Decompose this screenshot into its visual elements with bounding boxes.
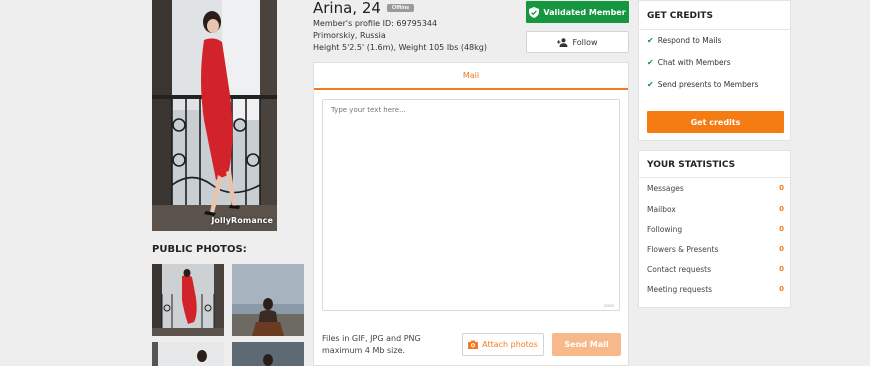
credits-benefit-item: ✔ Send presents to Members (647, 80, 758, 89)
stat-label: Messages (647, 184, 684, 193)
stat-row-following[interactable]: Following 0 (647, 225, 784, 234)
tab-mail[interactable]: Mail (314, 63, 628, 90)
follow-label: Follow (572, 37, 598, 47)
public-photo-thumb[interactable] (152, 264, 224, 336)
profile-name: Arina, 24 (313, 0, 381, 17)
status-badge: Offline (386, 4, 415, 12)
profile-header: Arina, 24 Offline (313, 0, 415, 17)
statistics-title: YOUR STATISTICS (647, 160, 736, 170)
public-photos-title: PUBLIC PHOTOS: (152, 244, 247, 255)
stat-label: Contact requests (647, 265, 711, 274)
credits-benefit-label: Chat with Members (657, 58, 731, 67)
stat-row-meeting-requests[interactable]: Meeting requests 0 (647, 285, 784, 294)
profile-measurements: Height 5'2.5' (1.6m), Weight 105 lbs (48… (313, 43, 487, 52)
stat-value: 0 (779, 184, 784, 192)
stat-row-mailbox[interactable]: Mailbox 0 (647, 205, 784, 214)
credits-benefit-label: Send presents to Members (657, 80, 759, 89)
credits-benefit-item: ✔ Chat with Members (647, 58, 731, 67)
public-photo-thumb[interactable] (152, 342, 224, 366)
credits-benefit-item: ✔ Respond to Mails (647, 36, 721, 45)
checkmark-icon: ✔ (647, 36, 654, 45)
get-credits-card: GET CREDITS ✔ Respond to Mails ✔ Chat wi… (638, 0, 791, 141)
statistics-card: YOUR STATISTICS Messages 0 Mailbox 0 Fol… (638, 150, 791, 308)
stat-value: 0 (779, 205, 784, 213)
files-note-line: Files in GIF, JPG and PNG (322, 334, 421, 343)
checkmark-icon: ✔ (647, 80, 654, 89)
get-credits-title: GET CREDITS (647, 11, 713, 21)
files-note-line: maximum 4 Mb size. (322, 346, 406, 355)
mail-panel: Mail 0/500 Files in GIF, JPG and PNG max… (313, 62, 629, 366)
validated-member-label: Validated Member (543, 7, 626, 17)
stat-label: Mailbox (647, 205, 676, 214)
divider (639, 29, 790, 30)
stat-row-messages[interactable]: Messages 0 (647, 184, 784, 193)
get-credits-button[interactable]: Get credits (647, 111, 784, 133)
validated-member-button[interactable]: Validated Member (526, 1, 629, 23)
stat-label: Flowers & Presents (647, 245, 719, 254)
profile-location: Primorskiy, Russia (313, 31, 386, 40)
stat-label: Meeting requests (647, 285, 713, 294)
attach-photos-label: Attach photos (482, 340, 538, 349)
follow-button[interactable]: Follow (526, 31, 629, 53)
files-note: Files in GIF, JPG and PNG maximum 4 Mb s… (322, 333, 452, 357)
checkmark-icon: ✔ (647, 58, 654, 67)
public-photo-thumb[interactable] (232, 342, 304, 366)
attach-photos-button[interactable]: Attach photos (462, 333, 544, 356)
public-photo-thumb[interactable] (232, 264, 304, 336)
main-profile-photo[interactable]: JollyRomance (152, 0, 277, 231)
stat-value: 0 (779, 285, 784, 293)
credits-benefit-label: Respond to Mails (657, 36, 722, 45)
shield-check-icon (529, 6, 540, 18)
photo-watermark: JollyRomance (211, 216, 273, 225)
char-counter: 0/500 (604, 303, 615, 308)
mail-text-input[interactable] (322, 99, 620, 311)
stat-row-contact-requests[interactable]: Contact requests 0 (647, 265, 784, 274)
profile-id: Member's profile ID: 69795344 (313, 19, 438, 28)
stat-label: Following (647, 225, 683, 234)
stat-value: 0 (779, 245, 784, 253)
add-user-icon (557, 37, 568, 47)
send-mail-button[interactable]: Send Mail (552, 333, 621, 356)
stat-row-flowers-presents[interactable]: Flowers & Presents 0 (647, 245, 784, 254)
divider (639, 177, 790, 178)
camera-icon (468, 340, 479, 349)
stat-value: 0 (779, 225, 784, 233)
stat-value: 0 (779, 265, 784, 273)
